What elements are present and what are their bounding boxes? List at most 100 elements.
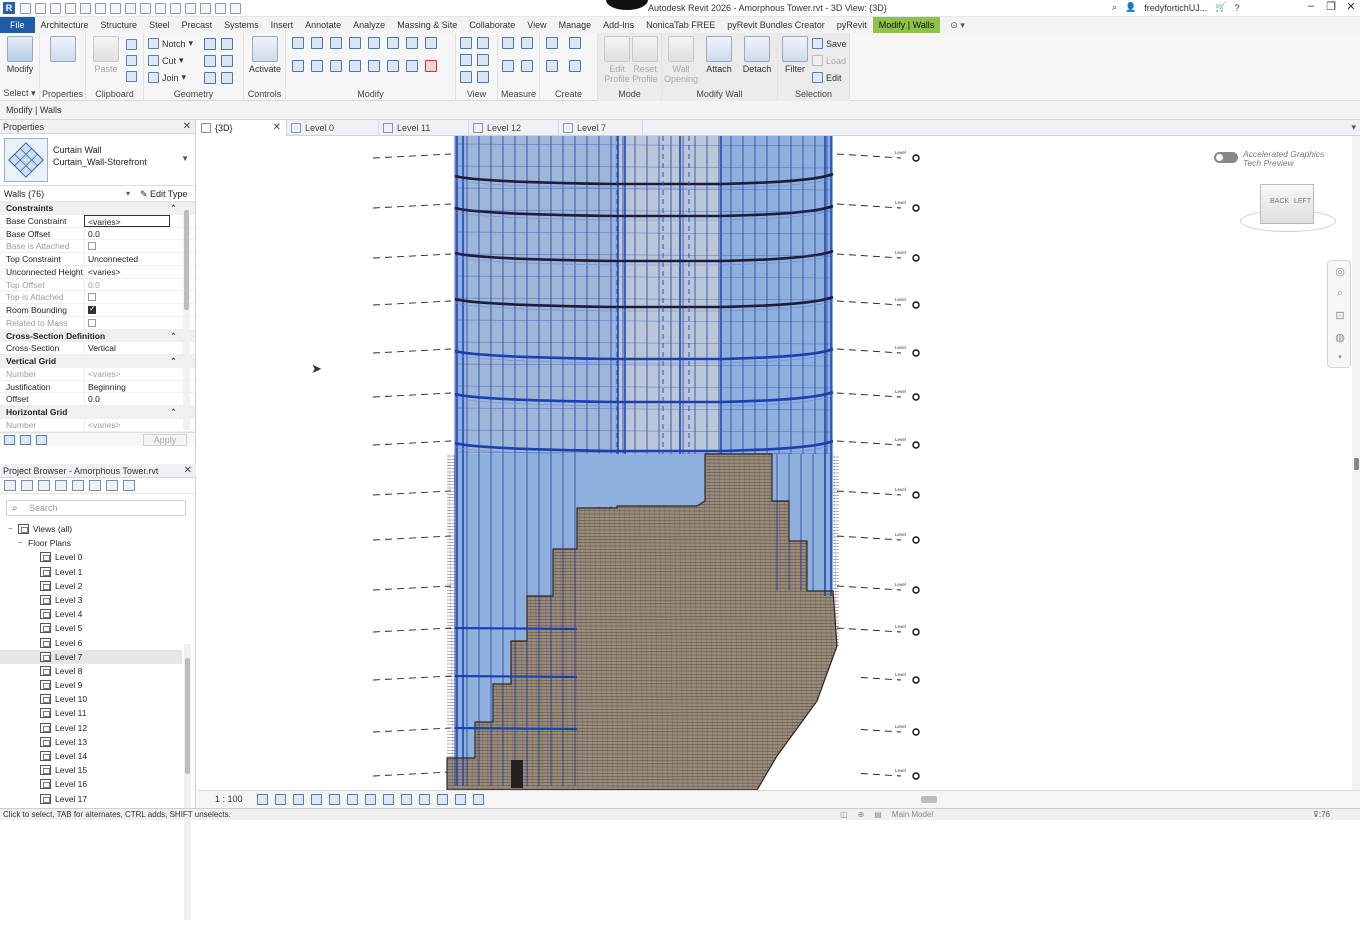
- revit-logo-icon[interactable]: R: [3, 2, 15, 14]
- property-value[interactable]: Vertical: [84, 342, 170, 354]
- selection-filter-count[interactable]: ⊽:76: [1313, 809, 1330, 820]
- chevron-down-icon[interactable]: ▾: [126, 186, 130, 202]
- property-row[interactable]: Base Constraint <varies>: [0, 214, 195, 228]
- tab-menu-icon[interactable]: ▾: [1351, 122, 1356, 133]
- cut-clipboard-icon[interactable]: [126, 39, 137, 50]
- nav-options-icon[interactable]: ▾: [1333, 353, 1347, 365]
- shadows-icon[interactable]: [311, 794, 322, 805]
- orbit-icon[interactable]: ◍: [1333, 331, 1347, 344]
- sync-icon[interactable]: [50, 3, 61, 14]
- help-icon[interactable]: ?: [1235, 3, 1240, 13]
- zoom-icon[interactable]: ⌕: [1333, 287, 1347, 299]
- collapse-icon[interactable]: ⌃: [170, 406, 177, 419]
- property-row[interactable]: Justification Beginning: [0, 380, 195, 394]
- tab-level-0[interactable]: Level 0: [287, 120, 379, 136]
- views-icon[interactable]: [21, 480, 33, 491]
- modify-button[interactable]: Modify: [3, 36, 37, 74]
- view-cube[interactable]: BACK LEFT: [1240, 180, 1336, 236]
- section-icon[interactable]: [185, 3, 196, 14]
- menu-tab-pyrevit[interactable]: pyRevit: [831, 17, 873, 33]
- project-browser-search[interactable]: ⌕ Search: [6, 500, 186, 516]
- temporary-hide-icon[interactable]: [401, 794, 412, 805]
- load-selection-button[interactable]: Load: [812, 55, 846, 66]
- property-row[interactable]: Unconnected Height <varies>: [0, 265, 195, 279]
- match-type-icon[interactable]: [126, 71, 137, 82]
- switch-windows-icon[interactable]: [230, 3, 241, 14]
- undo-icon[interactable]: [65, 3, 76, 14]
- property-group[interactable]: Vertical Grid ⌃: [0, 355, 195, 368]
- wall-opening-button[interactable]: Wall Opening: [664, 36, 698, 84]
- open-icon[interactable]: [20, 3, 31, 14]
- menu-tab-analyze[interactable]: Analyze: [347, 17, 391, 33]
- property-group[interactable]: Cross-Section Definition ⌃: [0, 329, 195, 343]
- tree-item-level[interactable]: Level 10: [0, 692, 182, 706]
- highlight-displacement-icon[interactable]: [455, 794, 466, 805]
- menu-tab-annotate[interactable]: Annotate: [299, 17, 347, 33]
- tree-item-level[interactable]: Level 15: [0, 763, 182, 777]
- collapse-icon[interactable]: ⌃: [170, 355, 177, 368]
- property-value[interactable]: <varies>: [84, 214, 170, 227]
- measure-icon[interactable]: [110, 3, 121, 14]
- checkbox[interactable]: [88, 242, 96, 251]
- create-assembly-icon[interactable]: [569, 37, 581, 49]
- tree-item-level[interactable]: Level 9: [0, 678, 182, 692]
- detach-button[interactable]: Detach: [740, 36, 774, 74]
- tree-item-level[interactable]: Level 1: [0, 565, 182, 579]
- create-similar-icon[interactable]: [569, 60, 581, 72]
- tree-item-level[interactable]: Level 8: [0, 664, 182, 678]
- property-value[interactable]: 0.0: [84, 393, 170, 405]
- array-icon[interactable]: [406, 37, 418, 49]
- menu-tab-add-ins[interactable]: Add-Ins: [597, 17, 640, 33]
- reveal-constraints-icon[interactable]: [473, 794, 484, 805]
- checkbox[interactable]: [88, 293, 96, 302]
- tab-level-11[interactable]: Level 11: [379, 120, 469, 136]
- property-row[interactable]: Number <varies>: [0, 418, 195, 432]
- checkbox[interactable]: [88, 318, 96, 327]
- selection-box-icon[interactable]: [477, 54, 489, 66]
- home-icon[interactable]: [4, 480, 16, 491]
- property-value[interactable]: <varies>: [84, 418, 170, 431]
- canvas-horizontal-scrollbar[interactable]: [517, 796, 1337, 803]
- property-value[interactable]: [84, 291, 170, 303]
- property-row[interactable]: Offset 0.0: [0, 393, 195, 406]
- sort-descending-icon[interactable]: [36, 435, 47, 445]
- tree-item-level[interactable]: Level 5: [0, 621, 182, 635]
- chevron-down-icon[interactable]: ▼: [181, 154, 189, 163]
- tree-item-level[interactable]: Level 2: [0, 579, 182, 593]
- tree-item-level[interactable]: Level 0: [0, 550, 182, 564]
- linework-icon[interactable]: [460, 54, 472, 66]
- notch-button[interactable]: Notch ▾: [148, 38, 193, 49]
- align-icon[interactable]: [292, 37, 304, 49]
- zoom-region-icon[interactable]: ⊡: [1333, 309, 1347, 322]
- tag-icon[interactable]: [140, 3, 151, 14]
- property-row[interactable]: Base is Attached: [0, 240, 195, 253]
- create-parts-icon[interactable]: [546, 37, 558, 49]
- close-properties-icon[interactable]: ✕: [183, 120, 191, 134]
- hide-icon[interactable]: [460, 37, 472, 49]
- main-model-label[interactable]: Main Model: [892, 809, 933, 820]
- reset-profile-button[interactable]: Reset Profile: [628, 36, 662, 84]
- toggle-switch-icon[interactable]: [1214, 152, 1238, 163]
- tab-level-12[interactable]: Level 12: [469, 120, 559, 136]
- settings-icon[interactable]: [123, 480, 135, 491]
- canvas-scroll-thumb[interactable]: [1354, 458, 1359, 470]
- property-row[interactable]: Room Bounding: [0, 303, 195, 317]
- tree-views-all[interactable]: − Views (all): [0, 522, 182, 536]
- properties-scroll-thumb[interactable]: [184, 210, 189, 310]
- join-button[interactable]: Join ▾: [148, 72, 186, 83]
- menu-tab-modify-walls[interactable]: Modify | Walls: [872, 17, 941, 33]
- save-icon[interactable]: [35, 3, 46, 14]
- menu-tab-architecture[interactable]: Architecture: [35, 17, 95, 33]
- spot-elevation-icon[interactable]: [521, 60, 533, 72]
- menu-tab-insert[interactable]: Insert: [265, 17, 300, 33]
- cut-button[interactable]: Cut ▾: [148, 55, 184, 66]
- tree-item-level[interactable]: Level 3: [0, 593, 182, 607]
- property-group[interactable]: Horizontal Grid ⌃: [0, 406, 195, 419]
- menu-tab-view[interactable]: View: [521, 17, 552, 33]
- menu-tab-pyrevit-bundles-creator[interactable]: pyRevit Bundles Creator: [721, 17, 831, 33]
- close-icon[interactable]: ✕: [1346, 0, 1356, 13]
- sheets-icon[interactable]: [38, 480, 50, 491]
- edit-selection-button[interactable]: Edit: [812, 72, 842, 83]
- copy-icon[interactable]: [126, 55, 137, 66]
- text-icon[interactable]: [155, 3, 166, 14]
